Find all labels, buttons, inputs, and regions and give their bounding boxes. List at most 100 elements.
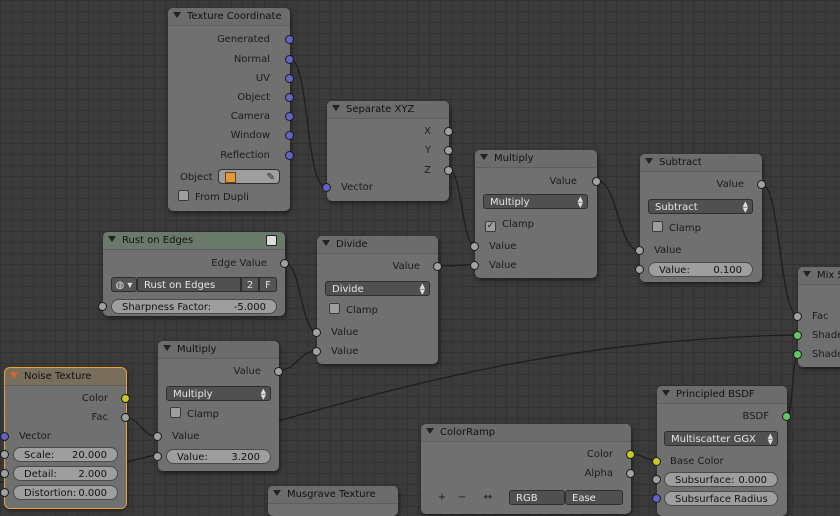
multiply-top-node[interactable]: Multiply Value Multiply ▲ ▼ ✓ Clamp Value V…: [470, 150, 601, 278]
collapse-icon[interactable]: [163, 345, 171, 351]
subtract-node[interactable]: Subtract Value Subtract ▲ ▼ Clamp Value Va…: [635, 154, 766, 282]
socket-vector-in[interactable]: [322, 183, 331, 192]
socket-fac-in[interactable]: [793, 312, 802, 321]
socket-value-out[interactable]: [757, 180, 766, 189]
rust-on-edges-node[interactable]: Rust on Edges Edge Value ◍ ▾ Rust on Edg…: [98, 232, 289, 316]
socket-subsurface-in[interactable]: [652, 475, 661, 484]
socket-value-in-2[interactable]: [635, 265, 644, 274]
collapse-icon[interactable]: [803, 271, 811, 277]
node-header[interactable]: Divide: [317, 236, 438, 254]
socket-sharpness-in[interactable]: [98, 302, 107, 311]
socket-value-out[interactable]: [274, 367, 283, 376]
operation-dropdown[interactable]: Multiply ▲ ▼: [166, 386, 271, 401]
node-group-icon[interactable]: [266, 235, 277, 246]
group-browse-button[interactable]: ◍ ▾: [111, 277, 137, 292]
socket-subsurface-radius-in[interactable]: [652, 494, 661, 503]
clamp-toggle[interactable]: Clamp: [652, 221, 701, 236]
distribution-dropdown[interactable]: Multiscatter GGX ▲ ▼: [664, 431, 778, 446]
socket-y[interactable]: [444, 146, 453, 155]
node-header[interactable]: Musgrave Texture: [268, 486, 398, 504]
socket-bsdf-out[interactable]: [782, 412, 791, 421]
socket-value-in-2[interactable]: [153, 452, 162, 461]
subsurface-radius-field[interactable]: Subsurface Radius: [664, 491, 778, 506]
node-header[interactable]: ColorRamp: [421, 424, 631, 442]
socket-shader-in-1[interactable]: [793, 331, 802, 340]
operation-dropdown[interactable]: Subtract ▲ ▼: [648, 199, 753, 214]
collapse-icon[interactable]: [322, 240, 330, 246]
node-header[interactable]: Multiply: [158, 341, 279, 359]
socket-value-out[interactable]: [433, 262, 442, 271]
node-header[interactable]: Noise Texture: [5, 368, 126, 386]
collapse-icon[interactable]: [10, 372, 18, 378]
socket-value-in-1[interactable]: [312, 328, 321, 337]
checkbox-icon[interactable]: [178, 190, 189, 201]
node-header[interactable]: Subtract: [640, 154, 762, 172]
socket-value-out[interactable]: [592, 177, 601, 186]
socket-scale-in[interactable]: [0, 450, 9, 459]
operation-dropdown[interactable]: Multiply ▲ ▼: [483, 194, 588, 209]
color-mode-dropdown[interactable]: RGB: [509, 490, 565, 505]
musgrave-texture-node[interactable]: Musgrave Texture: [268, 486, 398, 516]
multiply-mid-node[interactable]: Multiply Value Multiply ▲ ▼ Clamp Value Va…: [153, 341, 283, 471]
users-count[interactable]: 2: [241, 277, 259, 292]
collapse-icon[interactable]: [662, 390, 670, 396]
socket-value-in-1[interactable]: [470, 242, 479, 251]
object-picker[interactable]: ✎: [218, 169, 280, 184]
collapse-icon[interactable]: [273, 490, 281, 496]
distortion-field[interactable]: Distortion: 0.000: [13, 485, 118, 500]
socket-value-in-2[interactable]: [470, 261, 479, 270]
checkbox-icon[interactable]: [329, 303, 340, 314]
principled-bsdf-node[interactable]: Principled BSDF BSDF Multiscatter GGX ▲ ▼ …: [652, 386, 791, 516]
clamp-toggle[interactable]: Clamp: [329, 303, 378, 318]
socket-detail-in[interactable]: [0, 469, 9, 478]
socket-alpha-out[interactable]: [626, 469, 635, 478]
sharpness-field[interactable]: Sharpness Factor: -5.000: [111, 299, 277, 314]
socket-shader-in-2[interactable]: [793, 350, 802, 359]
separate-xyz-node[interactable]: Separate XYZ X Y Z Vector: [322, 101, 453, 201]
socket-base-color-in[interactable]: [652, 457, 661, 466]
eyedropper-icon[interactable]: ✎: [267, 170, 275, 185]
socket-value-in-1[interactable]: [153, 432, 162, 441]
socket-color-out[interactable]: [121, 394, 130, 403]
node-header[interactable]: Principled BSDF: [657, 386, 787, 404]
interpolation-dropdown[interactable]: Ease: [565, 490, 623, 505]
checkbox-icon[interactable]: ✓: [485, 221, 496, 232]
checkbox-icon[interactable]: [170, 407, 181, 418]
socket-color-out[interactable]: [626, 450, 635, 459]
socket-x[interactable]: [444, 127, 453, 136]
value-field[interactable]: Value: 0.100: [648, 262, 753, 277]
socket-camera[interactable]: [285, 112, 294, 121]
clamp-toggle[interactable]: Clamp: [170, 407, 219, 422]
checkbox-icon[interactable]: [652, 221, 663, 232]
socket-normal[interactable]: [285, 55, 294, 64]
texture-coordinate-node[interactable]: Texture Coordinate Generated Normal UV O…: [168, 8, 294, 211]
node-header[interactable]: Separate XYZ: [327, 101, 449, 119]
noise-texture-node[interactable]: Noise Texture Color Fac Vector Scale: 20.…: [0, 367, 130, 509]
socket-object[interactable]: [285, 93, 294, 102]
socket-value-in-1[interactable]: [635, 246, 644, 255]
socket-distortion-in[interactable]: [0, 488, 9, 497]
collapse-icon[interactable]: [426, 428, 434, 434]
socket-window[interactable]: [285, 131, 294, 140]
from-dupli-toggle[interactable]: From Dupli: [178, 190, 249, 205]
collapse-icon[interactable]: [173, 12, 181, 18]
socket-uv[interactable]: [285, 74, 294, 83]
node-header[interactable]: Mix S: [798, 267, 840, 285]
node-header[interactable]: Texture Coordinate: [168, 8, 290, 26]
value-field[interactable]: Value: 3.200: [166, 449, 271, 464]
remove-stop-button[interactable]: −: [451, 490, 473, 505]
detail-field[interactable]: Detail: 2.000: [13, 466, 118, 481]
group-name-field[interactable]: Rust on Edges: [137, 277, 241, 292]
socket-vector-in[interactable]: [0, 432, 9, 441]
collapse-icon[interactable]: [645, 158, 653, 164]
node-header[interactable]: Multiply: [475, 150, 597, 168]
operation-dropdown[interactable]: Divide ▲ ▼: [325, 281, 430, 296]
socket-edge-value-out[interactable]: [280, 259, 289, 268]
clamp-toggle[interactable]: ✓ Clamp: [485, 217, 534, 232]
mix-shader-node[interactable]: Mix S Fac Shade Shade: [793, 267, 840, 367]
subsurface-field[interactable]: Subsurface: 0.000: [664, 472, 778, 487]
collapse-icon[interactable]: [480, 154, 488, 160]
collapse-icon[interactable]: [108, 236, 116, 242]
socket-reflection[interactable]: [285, 151, 294, 160]
node-header[interactable]: Rust on Edges: [103, 232, 285, 250]
